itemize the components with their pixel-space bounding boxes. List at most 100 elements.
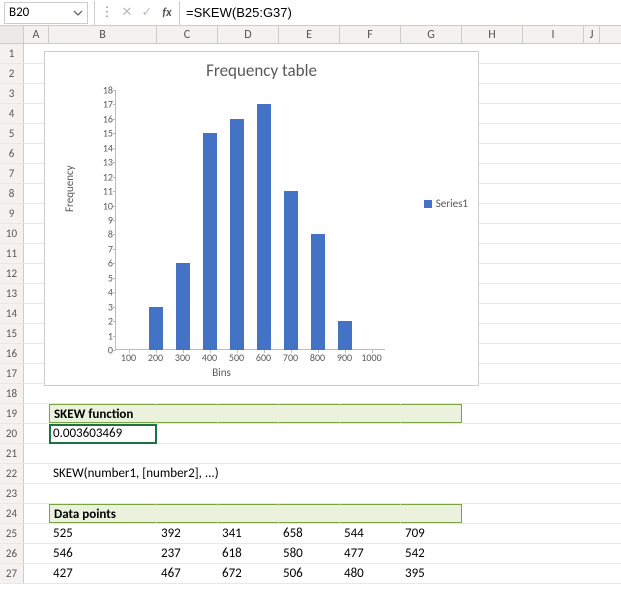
row-header[interactable]: 7: [0, 164, 24, 183]
row-header[interactable]: 23: [0, 484, 24, 503]
cell-I9[interactable]: [523, 204, 584, 223]
cell-J24[interactable]: [584, 504, 600, 523]
cell-J23[interactable]: [584, 484, 600, 503]
cell-F20[interactable]: [340, 424, 401, 443]
row-header[interactable]: 8: [0, 184, 24, 203]
cell-I25[interactable]: [523, 524, 584, 543]
row-header[interactable]: 5: [0, 124, 24, 143]
row-header[interactable]: 25: [0, 524, 24, 543]
cell-C23[interactable]: [157, 484, 218, 503]
cell-J10[interactable]: [584, 224, 600, 243]
cell-A22[interactable]: [24, 464, 49, 483]
cell-I5[interactable]: [523, 124, 584, 143]
cell-H27[interactable]: [462, 564, 523, 583]
fx-icon[interactable]: fx: [157, 6, 177, 20]
cell-B19[interactable]: SKEW function: [49, 404, 157, 423]
cell-A23[interactable]: [24, 484, 49, 503]
cell-C22[interactable]: [157, 464, 218, 483]
cell-I20[interactable]: [523, 424, 584, 443]
cell-G24[interactable]: [401, 504, 462, 523]
enter-icon[interactable]: ✓: [137, 5, 157, 20]
cell-I27[interactable]: [523, 564, 584, 583]
cell-J16[interactable]: [584, 344, 600, 363]
cell-J14[interactable]: [584, 304, 600, 323]
cell-G18[interactable]: [401, 384, 462, 403]
row-header[interactable]: 18: [0, 384, 24, 403]
cell-G26[interactable]: 542: [401, 544, 462, 563]
cell-B22[interactable]: SKEW(number1, [number2], ...): [49, 464, 157, 483]
cell-H26[interactable]: [462, 544, 523, 563]
row-header[interactable]: 12: [0, 264, 24, 283]
cell-I7[interactable]: [523, 164, 584, 183]
cell-J25[interactable]: [584, 524, 600, 543]
cell-J2[interactable]: [584, 64, 600, 83]
cell-J8[interactable]: [584, 184, 600, 203]
col-header[interactable]: A: [24, 26, 49, 43]
cell-J15[interactable]: [584, 324, 600, 343]
cell-I4[interactable]: [523, 104, 584, 123]
cell-J5[interactable]: [584, 124, 600, 143]
cell-I3[interactable]: [523, 84, 584, 103]
cell-J27[interactable]: [584, 564, 600, 583]
col-header[interactable]: C: [157, 26, 218, 43]
cell-D25[interactable]: 341: [218, 524, 279, 543]
cell-I6[interactable]: [523, 144, 584, 163]
cell-J12[interactable]: [584, 264, 600, 283]
cell-A21[interactable]: [24, 444, 49, 463]
cell-J18[interactable]: [584, 384, 600, 403]
cell-H21[interactable]: [462, 444, 523, 463]
cell-F26[interactable]: 477: [340, 544, 401, 563]
row-header[interactable]: 3: [0, 84, 24, 103]
cell-I1[interactable]: [523, 44, 584, 63]
row-header[interactable]: 4: [0, 104, 24, 123]
cancel-icon[interactable]: ✕: [117, 5, 137, 20]
cell-E27[interactable]: 506: [279, 564, 340, 583]
row-header[interactable]: 15: [0, 324, 24, 343]
cell-I23[interactable]: [523, 484, 584, 503]
col-header[interactable]: E: [279, 26, 340, 43]
cell-F24[interactable]: [340, 504, 401, 523]
cell-F25[interactable]: 544: [340, 524, 401, 543]
cell-J6[interactable]: [584, 144, 600, 163]
cell-C27[interactable]: 467: [157, 564, 218, 583]
formula-input[interactable]: [182, 5, 621, 20]
row-header[interactable]: 10: [0, 224, 24, 243]
row-header[interactable]: 1: [0, 44, 24, 63]
cell-J3[interactable]: [584, 84, 600, 103]
cell-H24[interactable]: [462, 504, 523, 523]
cell-D20[interactable]: [218, 424, 279, 443]
cell-G21[interactable]: [401, 444, 462, 463]
row-header[interactable]: 22: [0, 464, 24, 483]
cell-I26[interactable]: [523, 544, 584, 563]
cell-B26[interactable]: 546: [49, 544, 157, 563]
row-header[interactable]: 14: [0, 304, 24, 323]
row-header[interactable]: 24: [0, 504, 24, 523]
cell-I17[interactable]: [523, 364, 584, 383]
cell-B21[interactable]: [49, 444, 157, 463]
cell-H23[interactable]: [462, 484, 523, 503]
cell-J22[interactable]: [584, 464, 600, 483]
cell-F23[interactable]: [340, 484, 401, 503]
cell-F21[interactable]: [340, 444, 401, 463]
cell-I21[interactable]: [523, 444, 584, 463]
cell-G23[interactable]: [401, 484, 462, 503]
cell-J7[interactable]: [584, 164, 600, 183]
cell-C25[interactable]: 392: [157, 524, 218, 543]
row-header[interactable]: 20: [0, 424, 24, 443]
cell-I16[interactable]: [523, 344, 584, 363]
cell-D18[interactable]: [218, 384, 279, 403]
cell-E18[interactable]: [279, 384, 340, 403]
col-header[interactable]: D: [218, 26, 279, 43]
cell-E23[interactable]: [279, 484, 340, 503]
cell-J11[interactable]: [584, 244, 600, 263]
cell-F18[interactable]: [340, 384, 401, 403]
col-header[interactable]: B: [49, 26, 157, 43]
cell-E19[interactable]: [279, 404, 340, 423]
cell-I18[interactable]: [523, 384, 584, 403]
row-header[interactable]: 17: [0, 364, 24, 383]
name-box[interactable]: B20: [4, 2, 88, 24]
cell-G22[interactable]: [401, 464, 462, 483]
cell-I10[interactable]: [523, 224, 584, 243]
cell-H22[interactable]: [462, 464, 523, 483]
cell-C19[interactable]: [157, 404, 218, 423]
